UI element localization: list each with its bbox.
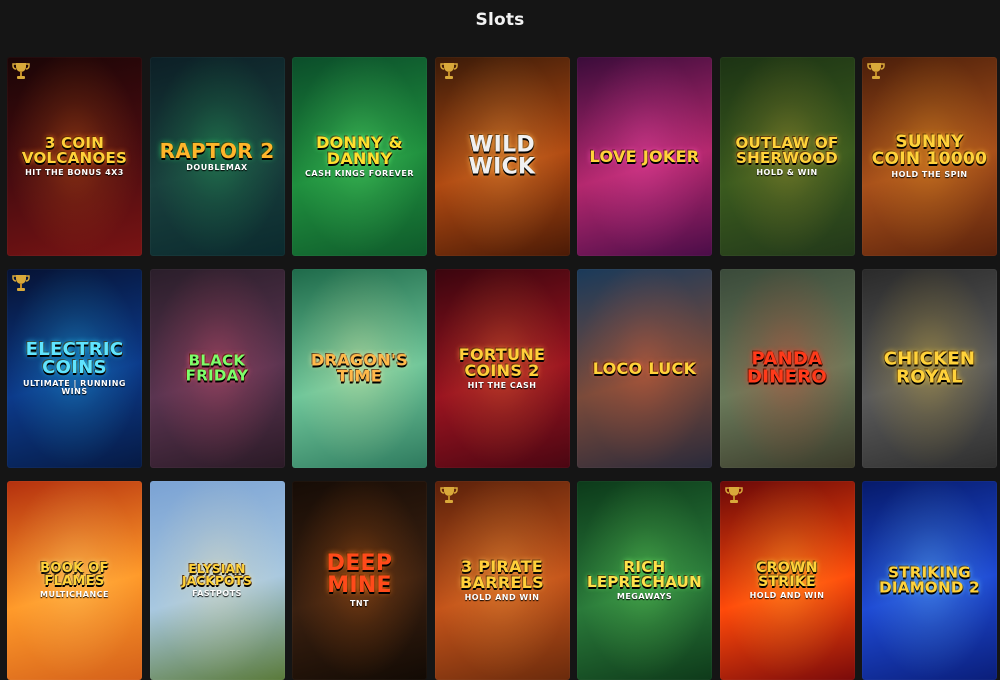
game-logo: ELYSIAN JACKPOTS FASTPOTS bbox=[156, 563, 279, 599]
game-tile[interactable]: BOOK OF FLAMES MULTICHANCE bbox=[7, 481, 142, 680]
game-tile[interactable]: RICH LEPRECHAUN MEGAWAYS bbox=[577, 481, 712, 680]
game-logo: BOOK OF FLAMES MULTICHANCE bbox=[13, 560, 136, 600]
game-tile[interactable]: 3 COIN VOLCANOES HIT the BONUS 4x3 bbox=[7, 57, 142, 256]
game-name: CROWN STRIKE bbox=[756, 559, 818, 590]
game-name: ELYSIAN JACKPOTS bbox=[181, 561, 253, 588]
game-tile[interactable]: FORTUNE COINS 2 HIT THE CASH bbox=[434, 269, 570, 468]
game-tile[interactable]: Donny & Danny CASH KINGS FOREVER bbox=[292, 57, 427, 256]
game-name: SUNNY COIN 10000 bbox=[871, 131, 988, 169]
game-logo: LOVE JOKER bbox=[583, 148, 706, 164]
game-tile[interactable]: WILD WICK bbox=[434, 57, 570, 256]
game-tile[interactable]: SUNNY COIN 10000 HOLD THE SPIN bbox=[862, 57, 997, 256]
game-name: DEEP MINE bbox=[326, 550, 393, 598]
game-tile[interactable]: LOCO LUCK bbox=[577, 269, 712, 468]
game-logo: OUTLAW OF SHERWOOD HOLD & WIN bbox=[726, 133, 849, 178]
game-tile[interactable]: DRAGON'S TIME bbox=[292, 269, 427, 468]
game-subtitle: HOLD & WIN bbox=[756, 168, 818, 178]
game-logo: CROWN STRIKE HOLD AND WIN bbox=[726, 559, 849, 601]
game-tile[interactable]: CHICKEN ROYAL bbox=[862, 269, 997, 468]
game-subtitle: HOLD THE SPIN bbox=[891, 170, 968, 180]
game-tile[interactable]: OUTLAW OF SHERWOOD HOLD & WIN bbox=[719, 57, 855, 256]
game-tile[interactable]: 3 PIRATE BARRELS HOLD AND WIN bbox=[434, 481, 570, 680]
game-name: ELECTRIC COINS bbox=[25, 338, 124, 378]
game-name: OUTLAW OF SHERWOOD bbox=[735, 133, 839, 167]
game-logo: BLACK FRIDAY bbox=[156, 351, 279, 385]
trophy-icon bbox=[12, 273, 30, 293]
game-subtitle: DOUBLEMAX bbox=[186, 163, 248, 173]
game-name: WILD WICK bbox=[468, 132, 536, 180]
game-subtitle: FASTPOTS bbox=[192, 589, 242, 599]
game-logo: PANDA DINERO bbox=[726, 348, 849, 388]
game-logo: DEEP MINE TNT bbox=[298, 552, 421, 608]
game-grid: 3 COIN VOLCANOES HIT the BONUS 4x3 RAPTOR … bbox=[7, 57, 997, 680]
game-name: Donny & Danny bbox=[316, 132, 403, 168]
game-subtitle: HIT the BONUS 4x3 bbox=[25, 168, 124, 178]
header: Slots bbox=[0, 0, 1000, 40]
game-name: LOVE JOKER bbox=[589, 146, 700, 166]
game-name: DRAGON'S TIME bbox=[311, 350, 408, 386]
game-logo: FORTUNE COINS 2 HIT THE CASH bbox=[441, 344, 564, 391]
game-logo: ELECTRIC COINS ULTIMATE | RUNNING WINS bbox=[13, 340, 136, 396]
game-name: STRIKING DIAMOND 2 bbox=[879, 563, 980, 597]
game-subtitle: TNT bbox=[349, 599, 370, 609]
game-tile[interactable]: CROWN STRIKE HOLD AND WIN bbox=[719, 481, 855, 680]
game-tile[interactable]: LOVE JOKER bbox=[577, 57, 712, 256]
trophy-icon bbox=[867, 61, 885, 81]
page-title: Slots bbox=[475, 10, 525, 30]
game-subtitle: HOLD AND WIN bbox=[749, 591, 825, 601]
game-logo: CHICKEN ROYAL bbox=[868, 348, 991, 388]
game-logo: Donny & Danny CASH KINGS FOREVER bbox=[298, 132, 421, 179]
game-tile[interactable]: ELECTRIC COINS ULTIMATE | RUNNING WINS bbox=[7, 269, 142, 468]
game-subtitle: HIT THE CASH bbox=[467, 381, 537, 391]
trophy-icon bbox=[12, 61, 30, 81]
game-logo: LOCO LUCK bbox=[583, 360, 706, 376]
game-name: PANDA DINERO bbox=[747, 348, 827, 388]
game-name: FORTUNE COINS 2 bbox=[458, 344, 546, 380]
game-logo: STRIKING DIAMOND 2 bbox=[868, 563, 991, 597]
game-logo: SUNNY COIN 10000 HOLD THE SPIN bbox=[868, 131, 991, 180]
game-logo: 3 PIRATE BARRELS HOLD AND WIN bbox=[441, 556, 564, 603]
game-subtitle: MULTICHANCE bbox=[40, 590, 109, 600]
trophy-icon bbox=[439, 485, 458, 505]
game-logo: WILD WICK bbox=[441, 132, 564, 180]
game-name: BOOK OF FLAMES bbox=[40, 560, 109, 589]
game-tile[interactable]: BLACK FRIDAY bbox=[149, 269, 285, 468]
game-logo: RAPTOR 2 DOUBLEMAX bbox=[156, 141, 279, 173]
game-subtitle: HOLD AND WIN bbox=[464, 593, 540, 603]
game-subtitle: CASH KINGS FOREVER bbox=[305, 169, 414, 179]
trophy-icon bbox=[439, 61, 458, 81]
game-name: CHICKEN ROYAL bbox=[883, 348, 976, 388]
game-name: RICH LEPRECHAUN bbox=[586, 557, 703, 591]
game-logo: RICH LEPRECHAUN MEGAWAYS bbox=[583, 557, 706, 602]
game-subtitle: ULTIMATE | RUNNING WINS bbox=[23, 379, 126, 397]
game-name: 3 COIN VOLCANOES bbox=[21, 133, 128, 167]
game-logo: DRAGON'S TIME bbox=[298, 350, 421, 386]
game-tile[interactable]: STRIKING DIAMOND 2 bbox=[862, 481, 997, 680]
game-tile[interactable]: PANDA DINERO bbox=[719, 269, 855, 468]
game-name: RAPTOR 2 bbox=[159, 138, 275, 163]
game-name: LOCO LUCK bbox=[592, 358, 697, 378]
game-subtitle: MEGAWAYS bbox=[616, 592, 673, 602]
game-tile[interactable]: RAPTOR 2 DOUBLEMAX bbox=[149, 57, 285, 256]
trophy-icon bbox=[724, 485, 743, 505]
game-name: BLACK FRIDAY bbox=[185, 351, 249, 385]
game-tile[interactable]: ELYSIAN JACKPOTS FASTPOTS bbox=[149, 481, 285, 680]
game-logo: 3 COIN VOLCANOES HIT the BONUS 4x3 bbox=[13, 133, 136, 178]
game-name: 3 PIRATE BARRELS bbox=[460, 556, 544, 592]
game-tile[interactable]: DEEP MINE TNT bbox=[292, 481, 427, 680]
